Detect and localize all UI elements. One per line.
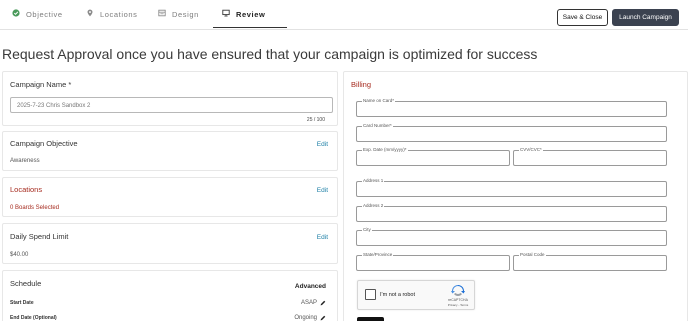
postal-code-field[interactable]: Postal Code bbox=[513, 252, 667, 271]
submit-button[interactable] bbox=[357, 317, 384, 321]
field-label: Address 2 bbox=[362, 203, 385, 209]
campaign-objective-card: Campaign Objective Edit Awareness bbox=[2, 131, 338, 171]
edit-spend-link[interactable]: Edit bbox=[317, 234, 328, 241]
cvv-field[interactable]: CVV/CVC* bbox=[513, 147, 667, 166]
field-label: Card Number* bbox=[362, 123, 393, 129]
card-title: Locations bbox=[10, 185, 43, 194]
field-label: CVV/CVC* bbox=[519, 147, 543, 153]
recaptcha-widget: I'm not a robot reCAPTCHA Privacy - Term… bbox=[357, 280, 475, 310]
card-number-field[interactable]: Card Number* bbox=[356, 123, 667, 142]
launch-campaign-button[interactable]: Launch Campaign bbox=[612, 9, 679, 26]
layout-icon bbox=[158, 9, 166, 17]
field-label: Name on Card* bbox=[362, 98, 396, 104]
address-1-field[interactable]: Address 1 bbox=[356, 178, 667, 197]
locations-card: Locations Edit 0 Boards Selected bbox=[2, 177, 338, 217]
objective-value: Awareness bbox=[10, 158, 40, 164]
end-date-text: Ongoing bbox=[294, 315, 317, 321]
card-title: Schedule bbox=[10, 279, 42, 288]
card-title: Daily Spend Limit bbox=[10, 232, 69, 241]
tab-locations[interactable]: Locations bbox=[86, 9, 138, 30]
pencil-icon[interactable] bbox=[320, 300, 326, 306]
billing-panel: Billing Name on Card* Card Number* Exp. … bbox=[343, 71, 688, 321]
recaptcha-checkbox[interactable] bbox=[365, 289, 376, 300]
step-tabs-bar: Objective Locations Design Review Save &… bbox=[0, 6, 688, 30]
edit-locations-link[interactable]: Edit bbox=[317, 187, 328, 194]
name-on-card-field[interactable]: Name on Card* bbox=[356, 98, 667, 117]
recaptcha-brand: reCAPTCHA bbox=[448, 298, 468, 302]
tab-design[interactable]: Design bbox=[158, 9, 199, 30]
map-pin-icon bbox=[87, 9, 93, 17]
start-date-label: Start Date bbox=[10, 300, 34, 306]
locations-value: 0 Boards Selected bbox=[10, 205, 60, 211]
character-counter: 25 / 100 bbox=[306, 117, 325, 123]
field-label: Postal Code bbox=[519, 252, 546, 258]
advanced-toggle[interactable]: Advanced bbox=[295, 283, 326, 290]
check-circle-icon bbox=[12, 9, 20, 17]
tab-label: Objective bbox=[26, 10, 63, 19]
recaptcha-label: I'm not a robot bbox=[380, 292, 415, 298]
billing-title: Billing bbox=[351, 80, 372, 89]
monitor-icon bbox=[222, 9, 230, 17]
start-date-text: ASAP bbox=[300, 300, 317, 306]
tab-label: Design bbox=[172, 10, 199, 19]
campaign-name-input[interactable]: 2025-7-23 Chris Sandbox 2 bbox=[10, 97, 333, 113]
tab-objective[interactable]: Objective bbox=[12, 9, 63, 30]
tab-label: Locations bbox=[100, 10, 138, 19]
edit-objective-link[interactable]: Edit bbox=[317, 141, 328, 148]
active-tab-indicator bbox=[213, 26, 288, 28]
city-field[interactable]: City bbox=[356, 227, 667, 246]
tab-label: Review bbox=[236, 10, 266, 19]
exp-date-field[interactable]: Exp. Date (mm/yyyy)* bbox=[356, 147, 510, 166]
save-close-button[interactable]: Save & Close bbox=[557, 9, 608, 26]
spend-value: $40.00 bbox=[10, 252, 29, 258]
field-label: Address 1 bbox=[362, 178, 385, 184]
end-date-label: End Date (Optional) bbox=[10, 315, 57, 321]
address-2-field[interactable]: Address 2 bbox=[356, 203, 667, 222]
recaptcha-terms[interactable]: Privacy - Terms bbox=[445, 303, 471, 307]
pencil-icon[interactable] bbox=[320, 315, 326, 321]
end-date-value[interactable]: Ongoing bbox=[294, 315, 326, 321]
card-title: Campaign Objective bbox=[10, 139, 78, 148]
recaptcha-logo-icon bbox=[451, 285, 465, 296]
page-title: Request Approval once you have ensured t… bbox=[2, 46, 538, 62]
field-label: City bbox=[362, 227, 372, 233]
schedule-card: Schedule Advanced Start Date ASAP End Da… bbox=[2, 270, 338, 321]
campaign-name-card: Campaign Name * 2025-7-23 Chris Sandbox … bbox=[2, 71, 338, 126]
start-date-value[interactable]: ASAP bbox=[301, 300, 326, 306]
daily-spend-card: Daily Spend Limit Edit $40.00 bbox=[2, 223, 338, 264]
field-label: Exp. Date (mm/yyyy)* bbox=[362, 147, 408, 153]
card-title: Campaign Name * bbox=[10, 80, 72, 89]
field-label: State/Province bbox=[362, 252, 394, 258]
tab-review[interactable]: Review bbox=[213, 9, 288, 30]
state-province-field[interactable]: State/Province bbox=[356, 252, 510, 271]
